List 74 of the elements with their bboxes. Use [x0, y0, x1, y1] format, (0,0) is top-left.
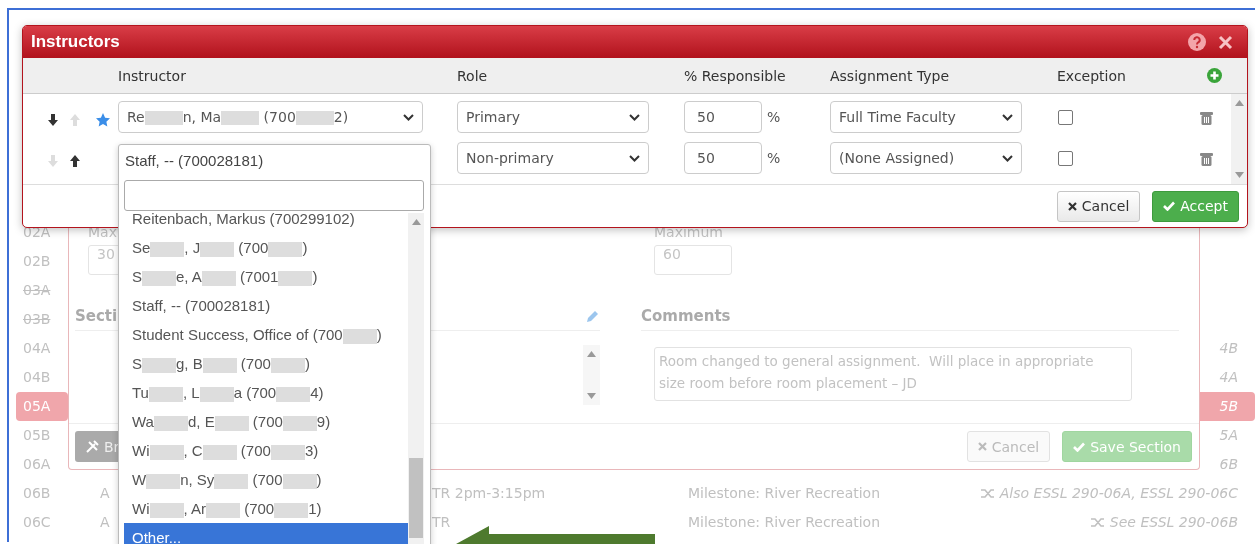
- list-option[interactable]: W n, Sy (700 ): [124, 465, 408, 494]
- search-field[interactable]: [124, 180, 424, 211]
- scrollbar[interactable]: [408, 213, 424, 544]
- list-option[interactable]: Other...: [124, 523, 408, 544]
- cross-listing-note: See ESSL 290-06B: [1109, 513, 1238, 532]
- role-select[interactable]: Non-primary: [457, 142, 649, 174]
- percent-sign: %: [767, 109, 781, 125]
- shuffle-icon: [980, 488, 996, 499]
- shuffle-icon: [1090, 517, 1106, 528]
- list-option[interactable]: S g, B (700 ): [124, 349, 408, 378]
- table-cell-text: TR: [432, 513, 451, 532]
- role-select[interactable]: Primary: [457, 101, 649, 133]
- trash-icon[interactable]: [1200, 110, 1213, 125]
- list-option[interactable]: Staff, -- (700028181): [124, 291, 408, 320]
- chevron-icon: [629, 113, 640, 121]
- column-header: Instructor: [118, 67, 187, 84]
- exception-checkbox[interactable]: [1058, 109, 1073, 125]
- table-cell-text: 06B: [23, 484, 51, 503]
- scrollbar[interactable]: [1231, 94, 1247, 184]
- percent-field[interactable]: 50: [684, 101, 762, 133]
- help-icon[interactable]: [1188, 33, 1206, 51]
- chevron-icon: [629, 154, 640, 162]
- assignment-type-select[interactable]: Full Time Faculty: [830, 101, 1022, 133]
- close-icon[interactable]: [1218, 34, 1233, 50]
- percent-sign: %: [767, 150, 781, 166]
- exception-checkbox[interactable]: [1058, 150, 1073, 166]
- check-icon: [1073, 441, 1086, 452]
- table-cell-text: A: [100, 484, 110, 503]
- table-cell-text: A: [100, 513, 110, 532]
- table-cell-text: TR 2pm-3:15pm: [432, 484, 546, 503]
- list-option[interactable]: Reitenbach, Markus (700299102): [124, 213, 408, 233]
- scroll-down-icon[interactable]: [1234, 172, 1244, 178]
- list-option[interactable]: Student Success, Office of (700 ): [124, 320, 408, 349]
- table-cell-text: 06C: [23, 513, 51, 532]
- chevron-icon: [1002, 113, 1013, 121]
- column-header: Assignment Type: [830, 67, 951, 84]
- instructor-select[interactable]: Re n, Ma (700 2): [118, 101, 423, 133]
- table-cell-text: Milestone: River Recreation: [688, 484, 881, 503]
- up-arrow-icon[interactable]: [70, 155, 80, 167]
- cancel-button[interactable]: Cancel: [1056, 190, 1141, 222]
- scrollbar-thumb[interactable]: [409, 458, 423, 538]
- tools-icon: [85, 439, 99, 454]
- dialog-title: Instructors: [31, 32, 120, 52]
- accept-button[interactable]: Accept: [1152, 190, 1239, 222]
- close-icon: [1067, 201, 1077, 211]
- add-icon[interactable]: [1207, 68, 1222, 83]
- check-icon: [1163, 201, 1176, 211]
- percent-field[interactable]: 50: [684, 142, 762, 174]
- pencil-icon[interactable]: [585, 308, 600, 324]
- column-header: % Responsible: [684, 67, 787, 84]
- assignment-type-select[interactable]: (None Assigned): [830, 142, 1022, 174]
- star-icon[interactable]: [96, 113, 110, 127]
- list-option[interactable]: Tu , L a (700 4): [124, 378, 408, 407]
- column-header: Role: [457, 67, 489, 84]
- scroll-down-icon[interactable]: [587, 393, 596, 399]
- column-header: Exception: [1057, 67, 1127, 84]
- scroll-up-icon[interactable]: [1234, 100, 1244, 106]
- table-cell-text: Milestone: River Recreation: [688, 513, 881, 532]
- list-option[interactable]: S e, A (7001 ): [124, 262, 408, 291]
- comments-heading: Comments: [641, 307, 731, 325]
- scroll-up-icon[interactable]: [587, 351, 596, 357]
- section-heading: Secti: [75, 307, 118, 325]
- scroll-up-icon[interactable]: [411, 219, 421, 225]
- list-option[interactable]: Se , J (700 ): [124, 233, 408, 262]
- scrollbar[interactable]: [583, 345, 600, 405]
- trash-icon[interactable]: [1200, 151, 1213, 166]
- cross-listing-note: Also ESSL 290-06A, ESSL 290-06C: [999, 484, 1238, 503]
- field-label: Maximum: [654, 223, 724, 241]
- list-option[interactable]: Wi , Ar (700 1): [124, 494, 408, 523]
- down-arrow-icon[interactable]: [48, 114, 58, 126]
- selected-value[interactable]: Staff, -- (700028181): [124, 145, 424, 177]
- chevron-icon: [403, 113, 414, 121]
- close-icon: [977, 442, 987, 451]
- chevron-icon: [1002, 154, 1013, 162]
